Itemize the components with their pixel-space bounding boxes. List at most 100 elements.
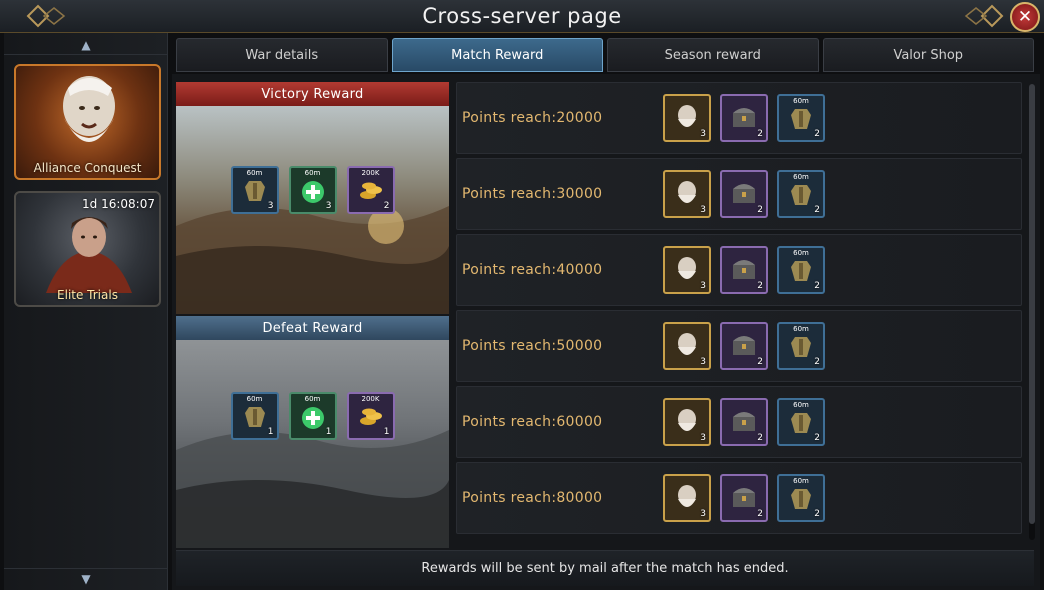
treasure-chest-icon xyxy=(733,336,755,355)
item-count: 2 xyxy=(757,281,763,291)
item-count: 2 xyxy=(757,509,763,519)
list-item: Points reach:80000 3 2 60m 2 xyxy=(456,462,1022,534)
tab-label: Valor Shop xyxy=(893,47,964,63)
general-portrait-icon xyxy=(678,257,696,279)
reward-item[interactable]: 200K 1 xyxy=(346,392,395,440)
row-items: 3 2 60m 2 xyxy=(663,246,825,294)
reward-item[interactable]: 60m 2 xyxy=(777,246,825,294)
defeat-reward-header: Defeat Reward xyxy=(176,316,449,340)
row-items: 3 2 60m 2 xyxy=(663,94,825,142)
item-tag: 60m xyxy=(304,169,321,177)
battle-scene-art xyxy=(176,430,449,548)
defeat-items: 60m 1 60m 1 200K 1 xyxy=(176,392,449,440)
item-tag: 200K xyxy=(361,395,380,403)
points-label: Points reach:50000 xyxy=(462,338,603,354)
scrollbar-thumb[interactable] xyxy=(1029,84,1035,524)
points-label: Points reach:60000 xyxy=(462,414,603,430)
item-count: 2 xyxy=(814,357,820,367)
close-button[interactable]: ✕ xyxy=(1010,2,1040,32)
row-items: 3 2 60m 2 xyxy=(663,170,825,218)
gold-coins-icon xyxy=(359,408,382,425)
item-count: 3 xyxy=(700,509,706,519)
sidebar-item-elite-trials[interactable]: 1d 16:08:07 Elite Trials xyxy=(14,191,161,307)
chevron-up-icon: ▲ xyxy=(81,37,91,52)
item-tag: 60m xyxy=(246,169,263,177)
reward-item[interactable]: 3 xyxy=(663,474,711,522)
item-count: 2 xyxy=(757,357,763,367)
reward-item[interactable]: 3 xyxy=(663,94,711,142)
title-bar: Cross-server page ✕ xyxy=(0,0,1044,33)
item-count: 3 xyxy=(267,201,274,211)
tab-label: Match Reward xyxy=(451,47,544,63)
reward-item[interactable]: 2 xyxy=(720,474,768,522)
points-label: Points reach:20000 xyxy=(462,110,603,126)
armor-icon xyxy=(791,337,811,357)
reward-item[interactable]: 60m 3 xyxy=(288,166,337,214)
reward-item[interactable]: 3 xyxy=(663,246,711,294)
reward-item[interactable]: 60m 2 xyxy=(777,398,825,446)
general-portrait-icon xyxy=(678,181,696,203)
item-count: 2 xyxy=(814,205,820,215)
sidebar-item-alliance-conquest[interactable]: Alliance Conquest xyxy=(14,64,161,180)
reward-item[interactable]: 60m 2 xyxy=(777,474,825,522)
item-tag: 200K xyxy=(361,169,380,177)
item-tag: 60m xyxy=(793,325,809,333)
reward-item[interactable]: 2 xyxy=(720,398,768,446)
reward-item[interactable]: 2 xyxy=(720,246,768,294)
defeat-reward-box: Defeat Reward 60m 1 60m 1 200K 1 xyxy=(176,316,449,548)
tab-label: Season reward xyxy=(664,47,761,63)
reward-item[interactable]: 3 xyxy=(663,398,711,446)
armor-icon xyxy=(244,181,265,201)
scroll-down-button[interactable]: ▼ xyxy=(4,568,168,588)
treasure-chest-icon xyxy=(733,108,755,127)
item-tag: 60m xyxy=(793,173,809,181)
reward-item[interactable]: 3 xyxy=(663,322,711,370)
general-portrait-icon xyxy=(63,76,115,142)
item-tag: 60m xyxy=(304,395,321,403)
scroll-up-button[interactable]: ▲ xyxy=(4,35,168,55)
armor-icon xyxy=(791,489,811,509)
tab-valor-shop[interactable]: Valor Shop xyxy=(822,38,1034,72)
window-title: Cross-server page xyxy=(422,4,622,28)
close-icon: ✕ xyxy=(1017,7,1033,27)
countdown-timer: 1d 16:08:07 xyxy=(82,197,155,211)
sidebar-item-label: Alliance Conquest xyxy=(33,161,142,175)
armor-icon xyxy=(791,413,811,433)
item-tag: 60m xyxy=(793,477,809,485)
reward-item[interactable]: 2 xyxy=(720,94,768,142)
reward-item[interactable]: 60m 2 xyxy=(777,322,825,370)
match-reward-panel: Victory Reward 60m 3 60m 3 200K 2 Defeat… xyxy=(172,74,1040,590)
tab-match-reward[interactable]: Match Reward xyxy=(391,38,603,72)
list-item: Points reach:40000 3 2 60m 2 xyxy=(456,234,1022,306)
heal-potion-icon xyxy=(301,181,324,203)
footer-note: Rewards will be sent by mail after the m… xyxy=(176,550,1034,586)
tab-season-reward[interactable]: Season reward xyxy=(607,38,819,72)
treasure-chest-icon xyxy=(733,412,755,431)
reward-item[interactable]: 60m 2 xyxy=(777,94,825,142)
reward-item[interactable]: 200K 2 xyxy=(346,166,395,214)
reward-item[interactable]: 60m 1 xyxy=(288,392,337,440)
victory-reward-box: Victory Reward 60m 3 60m 3 200K 2 xyxy=(176,82,449,314)
tab-war-details[interactable]: War details xyxy=(176,38,388,72)
tab-label: War details xyxy=(245,47,319,63)
item-count: 3 xyxy=(700,357,706,367)
reward-item[interactable]: 60m 3 xyxy=(230,166,279,214)
reward-item[interactable]: 2 xyxy=(720,170,768,218)
general-portrait-icon xyxy=(678,105,696,127)
general-portrait-icon xyxy=(678,333,696,355)
armor-icon xyxy=(244,407,265,427)
item-count: 3 xyxy=(700,433,706,443)
armor-icon xyxy=(791,261,811,281)
list-item: Points reach:60000 3 2 60m 2 xyxy=(456,386,1022,458)
reward-item[interactable]: 2 xyxy=(720,322,768,370)
reward-item[interactable]: 60m 1 xyxy=(230,392,279,440)
points-label: Points reach:30000 xyxy=(462,186,603,202)
mail-notice-text: Rewards will be sent by mail after the m… xyxy=(421,561,789,576)
list-scrollbar[interactable] xyxy=(1029,84,1035,540)
reward-item[interactable]: 3 xyxy=(663,170,711,218)
ornament-icon xyxy=(964,4,1004,28)
reward-item[interactable]: 60m 2 xyxy=(777,170,825,218)
row-items: 3 2 60m 2 xyxy=(663,322,825,370)
item-tag: 60m xyxy=(793,97,809,105)
item-count: 1 xyxy=(325,427,332,437)
